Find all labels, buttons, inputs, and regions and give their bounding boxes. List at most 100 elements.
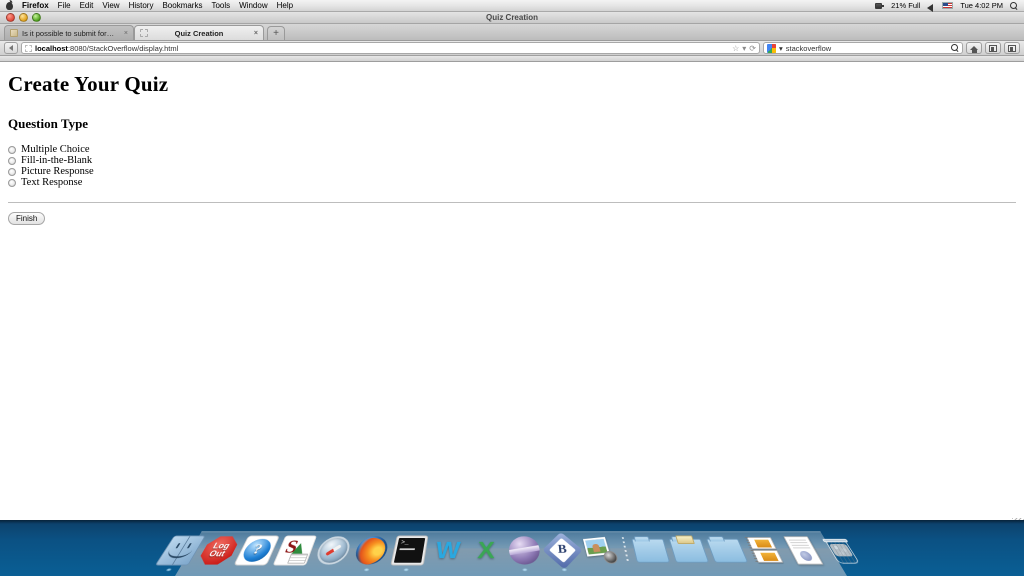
radio-option-fill-in-the-blank[interactable]: Fill-in-the-Blank	[8, 155, 1016, 167]
excel-icon: X	[476, 536, 496, 564]
iphoto-icon	[582, 535, 619, 565]
battery-icon[interactable]	[875, 2, 885, 10]
menu-item-history[interactable]: History	[129, 1, 154, 10]
menu-bar-status-items: 21% Full Tue 4:02 PM	[875, 0, 1024, 12]
dock-item-terminal[interactable]: >_	[388, 534, 431, 572]
window-title: Quiz Creation	[485, 12, 538, 22]
tab-favicon-icon	[10, 29, 18, 37]
safari-icon	[313, 536, 354, 565]
menu-item-edit[interactable]: Edit	[80, 1, 94, 10]
tab-label: Quiz Creation	[174, 28, 224, 38]
menu-bar-items: Firefox File Edit View History Bookmarks…	[0, 1, 293, 10]
url-host: localhost	[35, 43, 68, 53]
menu-item-view[interactable]: View	[102, 1, 119, 10]
tab-quiz-creation[interactable]: Quiz Creation ×	[134, 25, 264, 40]
running-indicator	[522, 568, 528, 572]
tab-close-icon[interactable]: ×	[124, 30, 128, 37]
horizontal-divider	[8, 201, 1016, 203]
bbedit-icon: B	[542, 531, 583, 570]
page-content: Create Your Quiz Question Type Multiple …	[0, 72, 1024, 520]
us-flag-icon[interactable]	[942, 2, 954, 9]
radio-option-picture-response[interactable]: Picture Response	[8, 166, 1016, 178]
desktop-background: Log Out ? S >_ W X B	[0, 520, 1024, 576]
bookmarks-toolbar[interactable]	[0, 56, 1024, 62]
reader-icon	[989, 44, 997, 52]
radio-button[interactable]	[8, 157, 16, 166]
running-indicator	[165, 568, 173, 572]
folder-icon	[706, 538, 749, 563]
bookmark-star-icon[interactable]: ☆	[732, 44, 739, 53]
finish-button[interactable]: Finish	[8, 211, 46, 225]
tab-stackoverflow-question[interactable]: Is it possible to submit form inf... ×	[4, 25, 134, 40]
url-path: :8080/StackOverflow/display.html	[67, 43, 179, 53]
folder-documents-icon	[668, 538, 710, 563]
tab-close-icon[interactable]: ×	[254, 30, 258, 37]
apple-logo-icon[interactable]	[6, 1, 13, 10]
dock-item-microsoft-word[interactable]: W	[427, 534, 467, 568]
menu-item-tools[interactable]: Tools	[211, 1, 230, 10]
question-type-radio-group: Multiple Choice Fill-in-the-Blank Pictur…	[8, 144, 1016, 189]
firefox-browser-window: Quiz Creation Is it possible to submit f…	[0, 12, 1024, 520]
radio-button[interactable]	[8, 179, 16, 188]
radio-button[interactable]	[8, 168, 16, 177]
page-title: Create Your Quiz	[8, 72, 169, 96]
radio-option-text-response[interactable]: Text Response	[8, 177, 1016, 189]
folder-icon	[631, 538, 671, 563]
new-tab-button[interactable]: +	[267, 26, 285, 40]
menu-item-bookmarks[interactable]: Bookmarks	[162, 1, 202, 10]
menu-bar-clock[interactable]: Tue 4:02 PM	[960, 2, 1003, 10]
terminal-icon: >_	[390, 535, 429, 566]
chevron-down-icon[interactable]: ▾	[742, 44, 746, 53]
search-icon[interactable]	[1010, 1, 1018, 10]
tab-favicon-icon	[140, 29, 148, 37]
bbedit-b-glyph: B	[557, 543, 568, 557]
search-input-value[interactable]: stackoverflow	[786, 44, 831, 53]
navigation-toolbar: localhost:8080/StackOverflow/display.htm…	[0, 41, 1024, 56]
menu-item-window[interactable]: Window	[239, 1, 267, 10]
terminal-prompt-glyph: >_	[400, 539, 410, 547]
volume-icon[interactable]	[927, 2, 935, 12]
tab-strip: Is it possible to submit form inf... × Q…	[0, 24, 1024, 41]
menu-item-file[interactable]: File	[58, 1, 71, 10]
dock-item-iphoto[interactable]	[580, 534, 622, 568]
toolbar-extra-button[interactable]	[1004, 42, 1020, 54]
address-bar[interactable]: localhost:8080/StackOverflow/display.htm…	[21, 42, 760, 54]
radio-label: Fill-in-the-Blank	[21, 155, 93, 166]
chevron-down-icon[interactable]: ▾	[779, 44, 783, 53]
radio-label: Multiple Choice	[21, 144, 90, 155]
page-favicon-icon	[25, 44, 32, 52]
running-indicator	[403, 568, 409, 572]
radio-button[interactable]	[8, 146, 16, 155]
home-icon	[970, 46, 978, 53]
firefox-icon	[352, 536, 391, 565]
id-card-icon	[287, 553, 309, 564]
running-indicator	[561, 568, 568, 572]
running-indicator	[363, 568, 370, 572]
window-titlebar: Quiz Creation	[0, 12, 1024, 24]
google-icon[interactable]	[767, 43, 776, 53]
radio-label: Picture Response	[21, 166, 94, 177]
home-button[interactable]	[966, 42, 982, 54]
back-button[interactable]	[4, 42, 18, 54]
macos-menu-bar: Firefox File Edit View History Bookmarks…	[0, 0, 1024, 12]
dock-item-firefox[interactable]	[349, 534, 394, 572]
battery-status-label: 21% Full	[891, 0, 921, 10]
dock: Log Out ? S >_ W X B	[154, 531, 861, 576]
tools-icon	[1008, 44, 1016, 52]
logout-line-2: Out	[207, 549, 227, 559]
help-question-glyph: ?	[239, 538, 275, 562]
dock-item-eclipse[interactable]	[506, 534, 543, 572]
address-bar-text: localhost:8080/StackOverflow/display.htm…	[35, 44, 178, 53]
radio-option-multiple-choice[interactable]: Multiple Choice	[8, 144, 1016, 156]
dock-item-bbedit[interactable]: B	[542, 531, 583, 572]
search-bar[interactable]: ▾ stackoverflow	[763, 42, 963, 54]
reader-button[interactable]	[985, 42, 1001, 54]
menu-item-help[interactable]: Help	[277, 1, 293, 10]
radio-label: Text Response	[21, 177, 83, 188]
search-icon[interactable]	[951, 44, 959, 52]
address-bar-actions: ☆ ▾ ⟳	[732, 44, 756, 53]
reload-icon[interactable]: ⟳	[749, 44, 756, 53]
tab-label: Is it possible to submit form inf...	[22, 28, 120, 38]
dock-item-microsoft-excel[interactable]: X	[467, 534, 505, 568]
menu-item-firefox[interactable]: Firefox	[22, 1, 49, 10]
